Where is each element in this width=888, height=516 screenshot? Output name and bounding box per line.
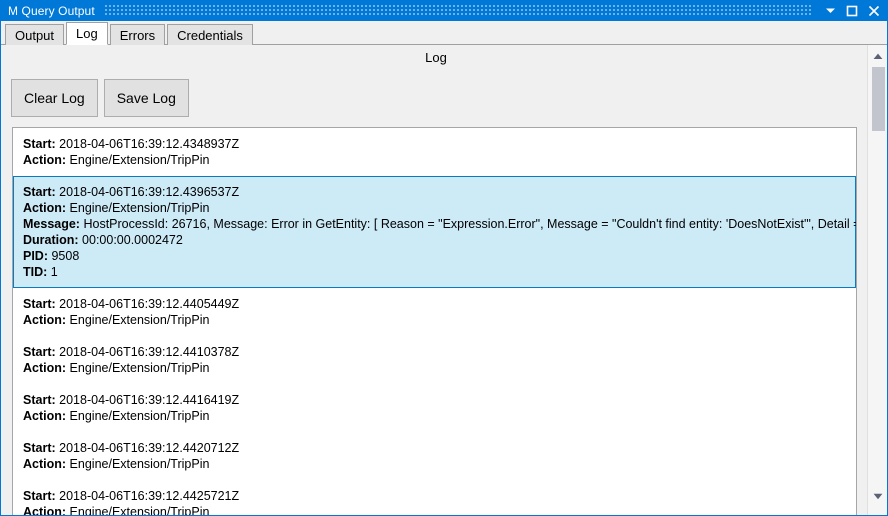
start-label: Start: [23, 489, 56, 503]
title-bar-drag-grip[interactable] [104, 5, 813, 17]
start-value: 2018-04-06T16:39:12.4420712Z [59, 441, 240, 455]
vertical-scrollbar[interactable] [867, 45, 887, 515]
duration-label: Duration: [23, 233, 79, 247]
log-entry-list[interactable]: Start: 2018-04-06T16:39:12.4348937Z Acti… [12, 127, 857, 516]
action-value: Engine/Extension/TripPin [69, 505, 210, 516]
action-label: Action: [23, 153, 67, 167]
log-entry[interactable]: Start: 2018-04-06T16:39:12.4405449Z Acti… [13, 288, 856, 336]
action-value: Engine/Extension/TripPin [69, 409, 210, 423]
start-label: Start: [23, 441, 56, 455]
log-entry[interactable]: Start: 2018-04-06T16:39:12.4425721Z Acti… [13, 480, 856, 516]
start-value: 2018-04-06T16:39:12.4416419Z [59, 393, 240, 407]
tab-output[interactable]: Output [5, 24, 65, 45]
pid-label: PID: [23, 249, 48, 263]
duration-value: 00:00:00.0002472 [82, 233, 183, 247]
action-value: Engine/Extension/TripPin [69, 457, 210, 471]
log-entry[interactable]: Start: 2018-04-06T16:39:12.4348937Z Acti… [13, 128, 856, 176]
log-entry-selected[interactable]: Start: 2018-04-06T16:39:12.4396537Z Acti… [13, 176, 856, 288]
log-panel: Log Clear Log Save Log Start: 2018-04-06… [1, 45, 887, 516]
start-value: 2018-04-06T16:39:12.4405449Z [59, 297, 240, 311]
start-label: Start: [23, 137, 56, 151]
page-title: Log [425, 50, 447, 65]
start-value: 2018-04-06T16:39:12.4396537Z [59, 185, 240, 199]
tid-label: TID: [23, 265, 48, 279]
action-label: Action: [23, 505, 67, 516]
log-entry[interactable]: Start: 2018-04-06T16:39:12.4416419Z Acti… [13, 384, 856, 432]
clear-log-button[interactable]: Clear Log [11, 79, 98, 117]
log-toolbar: Clear Log Save Log [11, 79, 189, 117]
tab-credentials[interactable]: Credentials [167, 24, 253, 45]
start-value: 2018-04-06T16:39:12.4348937Z [59, 137, 240, 151]
chevron-down-icon[interactable] [819, 1, 841, 21]
tab-errors[interactable]: Errors [109, 24, 166, 45]
start-label: Start: [23, 345, 56, 359]
action-value: Engine/Extension/TripPin [69, 153, 210, 167]
start-label: Start: [23, 185, 56, 199]
log-entry[interactable]: Start: 2018-04-06T16:39:12.4410378Z Acti… [13, 336, 856, 384]
scroll-down-arrow-icon[interactable] [868, 487, 887, 505]
maximize-icon[interactable] [841, 1, 863, 21]
m-query-output-window: M Query Output Output Log Errors Credent… [0, 0, 888, 516]
tab-log[interactable]: Log [66, 22, 108, 45]
action-label: Action: [23, 361, 67, 375]
action-value: Engine/Extension/TripPin [69, 201, 210, 215]
close-icon[interactable] [863, 1, 885, 21]
action-label: Action: [23, 409, 67, 423]
save-log-button[interactable]: Save Log [103, 79, 189, 117]
title-bar[interactable]: M Query Output [1, 1, 887, 21]
start-value: 2018-04-06T16:39:12.4410378Z [59, 345, 240, 359]
scroll-thumb[interactable] [872, 67, 885, 131]
start-label: Start: [23, 297, 56, 311]
tab-strip: Output Log Errors Credentials [1, 21, 887, 45]
tid-value: 1 [50, 265, 58, 279]
window-title: M Query Output [8, 4, 95, 18]
start-label: Start: [23, 393, 56, 407]
message-label: Message: [23, 217, 80, 231]
start-value: 2018-04-06T16:39:12.4425721Z [59, 489, 240, 503]
log-entry[interactable]: Start: 2018-04-06T16:39:12.4420712Z Acti… [13, 432, 856, 480]
window-controls [819, 1, 885, 21]
action-value: Engine/Extension/TripPin [69, 361, 210, 375]
action-label: Action: [23, 313, 67, 327]
message-value: HostProcessId: 26716, Message: Error in … [83, 217, 857, 231]
action-value: Engine/Extension/TripPin [69, 313, 210, 327]
action-label: Action: [23, 201, 67, 215]
pid-value: 9508 [51, 249, 80, 263]
action-label: Action: [23, 457, 67, 471]
scroll-up-arrow-icon[interactable] [868, 47, 887, 65]
